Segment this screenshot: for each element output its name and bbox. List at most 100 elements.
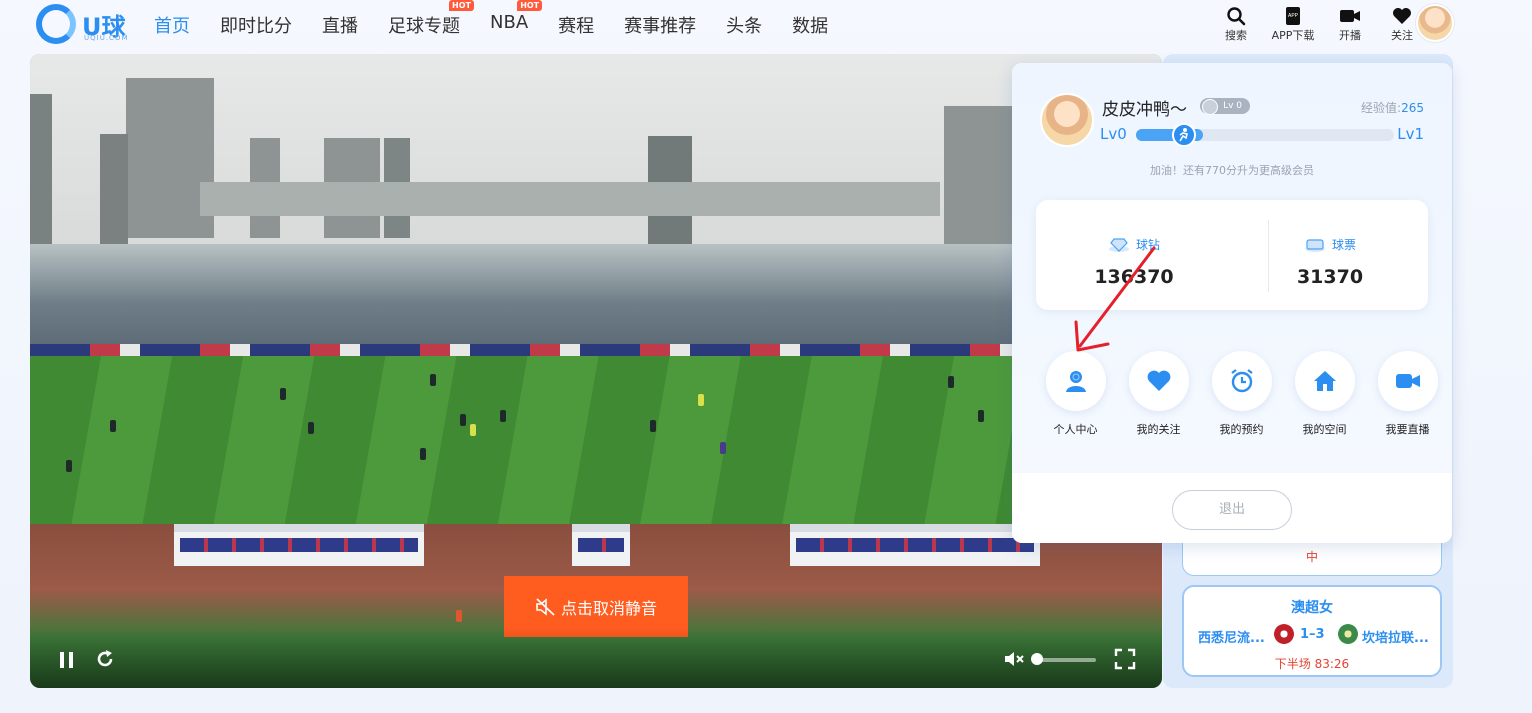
site-logo[interactable]: U球 UQIU.COM — [36, 4, 132, 44]
match-score: 1–3 — [1300, 627, 1325, 642]
player — [698, 394, 704, 406]
nav-label: 数据 — [792, 16, 829, 37]
header-tools: 搜索 APP APP下载 开播 关注 — [1210, 5, 1428, 43]
app-icon: APP — [1262, 5, 1324, 27]
menu-my-reservations[interactable]: 我的预约 — [1200, 351, 1283, 437]
player — [430, 374, 436, 386]
alarm-icon — [1211, 351, 1272, 411]
menu-label: 我的预约 — [1219, 423, 1264, 436]
nav-item-schedule[interactable]: 赛程 — [558, 12, 594, 38]
bg-building — [100, 134, 128, 244]
wallet-value: 136370 — [1094, 266, 1174, 288]
nav-item-home[interactable]: 首页 — [154, 12, 190, 38]
start-stream-button[interactable]: 开播 — [1324, 5, 1376, 43]
menu-label: 个人中心 — [1053, 423, 1098, 436]
player-controls — [30, 628, 1162, 688]
nav-label: 即时比分 — [220, 16, 292, 37]
user-avatar[interactable] — [1416, 4, 1454, 42]
nav-item-headlines[interactable]: 头条 — [726, 12, 762, 38]
user-menu: 个人中心 我的关注 我的预约 我的空间 我要直播 — [1034, 351, 1449, 437]
nav-label: NBA — [490, 12, 529, 33]
menu-my-space[interactable]: 我的空间 — [1283, 351, 1366, 437]
home-icon — [1294, 351, 1355, 411]
video-icon — [1377, 351, 1438, 411]
username: 皮皮冲鸭～ — [1102, 100, 1187, 120]
level-to: Lv1 — [1397, 125, 1424, 143]
logo-sub: UQIU.COM — [84, 34, 129, 42]
wallet-value: 31370 — [1296, 266, 1364, 288]
menu-label: 我的空间 — [1302, 423, 1347, 436]
ticket-icon — [1304, 238, 1325, 252]
match-status: 中 — [1305, 550, 1318, 564]
wallet-label: 球钻 — [1036, 236, 1232, 253]
away-team-badge — [1338, 624, 1358, 644]
menu-my-follows[interactable]: 我的关注 — [1117, 351, 1200, 437]
reload-button[interactable] — [94, 648, 116, 674]
dugout-bench — [790, 524, 1040, 566]
wallet-card: 球钻 136370 球票 31370 — [1036, 200, 1428, 310]
player — [110, 420, 116, 432]
player — [460, 414, 466, 426]
user-menu-popup: 皮皮冲鸭～ Lv 0 经验值:265 Lv0 Lv1 加油！还有770分升为更高… — [1012, 63, 1452, 543]
video-player[interactable]: 点击取消静音 — [30, 54, 1162, 688]
tool-label: 搜索 — [1225, 29, 1247, 42]
fullscreen-button[interactable] — [1114, 648, 1136, 674]
top-header: U球 UQIU.COM 首页 即时比分 直播 足球专题 HOT NBA HOT 赛程… — [0, 0, 1532, 50]
search-button[interactable]: 搜索 — [1210, 5, 1262, 43]
player — [948, 376, 954, 388]
player — [280, 388, 286, 400]
player — [308, 422, 314, 434]
logout-button[interactable]: 退出 — [1172, 490, 1292, 530]
away-team: 坎培拉联... — [1362, 631, 1429, 646]
menu-personal-center[interactable]: 个人中心 — [1034, 351, 1117, 437]
wallet-label-text: 球票 — [1331, 238, 1356, 252]
experience: 经验值:265 — [1361, 99, 1424, 116]
menu-label: 我的关注 — [1136, 423, 1181, 436]
match-time: 下半场 83:26 — [1274, 657, 1350, 671]
nav-item-recommend[interactable]: 赛事推荐 — [624, 12, 696, 38]
nav-item-live[interactable]: 直播 — [322, 12, 358, 38]
wallet-tickets[interactable]: 球票 31370 — [1232, 200, 1428, 310]
nav-label: 头条 — [726, 16, 763, 37]
logo-mark — [36, 4, 76, 44]
search-icon — [1210, 5, 1262, 27]
volume-button[interactable] — [1004, 650, 1026, 672]
home-team: 西悉尼流... — [1198, 631, 1265, 646]
nav-label: 足球专题 — [388, 16, 460, 37]
heart-icon — [1128, 351, 1189, 411]
nav-item-nba[interactable]: NBA HOT — [490, 0, 543, 38]
dugout-bench — [174, 524, 424, 566]
volume-slider-handle[interactable] — [1031, 653, 1043, 665]
nav-item-football[interactable]: 足球专题 HOT — [388, 0, 474, 38]
player — [500, 410, 506, 422]
nav-item-data[interactable]: 数据 — [792, 12, 828, 38]
player — [420, 448, 426, 460]
nav-label: 赛程 — [558, 16, 595, 37]
popup-avatar[interactable] — [1040, 93, 1094, 147]
match-card[interactable]: 澳超女 西悉尼流... 1–3 坎培拉联... 下半场 83:26 — [1182, 585, 1442, 677]
app-download-button[interactable]: APP APP下载 — [1262, 5, 1324, 43]
menu-label: 我要直播 — [1385, 423, 1430, 436]
unmute-label: 点击取消静音 — [560, 598, 657, 618]
wallet-diamonds[interactable]: 球钻 136370 — [1036, 200, 1232, 310]
bg-building — [30, 94, 52, 244]
volume-slider[interactable] — [1034, 658, 1096, 662]
tool-label: 开播 — [1339, 29, 1361, 42]
fullscreen-icon — [1114, 648, 1136, 670]
nav-label: 首页 — [154, 16, 190, 37]
user-icon — [1045, 351, 1106, 411]
pause-button[interactable] — [58, 650, 76, 674]
diamond-icon — [1108, 237, 1129, 252]
level-from: Lv0 — [1100, 125, 1127, 143]
volume-muted-icon — [1005, 652, 1024, 666]
nav-item-live-score[interactable]: 即时比分 — [220, 12, 292, 38]
wallet-label-text: 球钻 — [1135, 238, 1160, 252]
pause-icon — [60, 652, 73, 668]
menu-go-live[interactable]: 我要直播 — [1366, 351, 1449, 437]
exp-label: 经验值: — [1361, 101, 1402, 115]
player — [720, 442, 726, 454]
player — [66, 460, 72, 472]
player — [470, 424, 476, 436]
runner-icon — [1172, 123, 1196, 147]
level-badge: Lv 0 — [1200, 98, 1250, 115]
